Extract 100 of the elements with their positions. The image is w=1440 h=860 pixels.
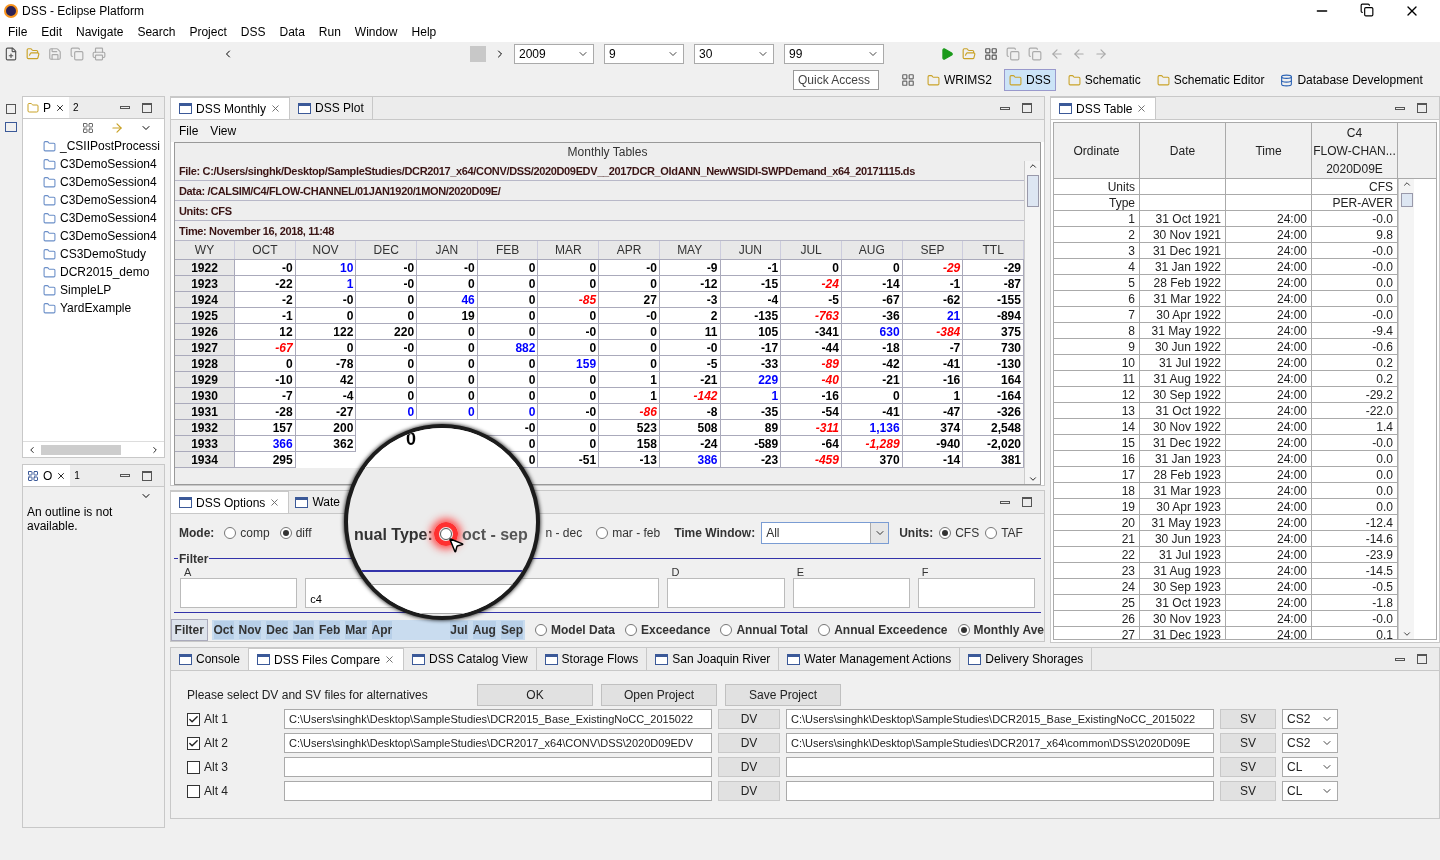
radio-button[interactable] [625,624,637,636]
radio-button[interactable] [818,624,831,636]
tree-item[interactable]: C3DemoSession4 [60,227,157,245]
perspective-button[interactable]: WRIMS2 [923,69,996,91]
dv-button[interactable]: DV [718,733,780,753]
filter-button[interactable]: Filter [171,619,208,641]
menu-item[interactable]: View [210,122,237,140]
combo-box[interactable]: 2009 [514,44,594,64]
tree-item[interactable]: C3DemoSession4 [60,191,157,209]
menu-item[interactable]: File [179,122,199,140]
checkbox[interactable] [187,736,200,750]
view-icon[interactable] [5,122,17,132]
link-icon[interactable] [110,121,124,135]
dv-button[interactable]: DV [718,709,780,729]
tree-item[interactable]: YardExample [60,299,132,317]
menu-item[interactable]: Edit [41,23,63,41]
sv-path-field[interactable] [786,781,1214,801]
radio-button[interactable] [596,526,609,539]
menu-item[interactable]: DSS [240,23,266,41]
maximize-icon[interactable] [142,470,152,481]
minimize-icon[interactable] [1395,106,1405,110]
scroll-right-icon[interactable] [150,444,160,455]
maximize-icon[interactable] [1022,497,1032,507]
month-item[interactable]: Dec [266,621,289,639]
combo-box[interactable]: 30 [694,44,774,64]
minimize-icon[interactable] [120,106,130,109]
month-item[interactable]: Sep [500,621,523,639]
restore-icon[interactable] [6,104,16,114]
tree-item[interactable]: C3DemoSession4 [60,173,157,191]
scroll-down-icon[interactable] [1027,474,1038,484]
radio-button[interactable] [224,526,237,539]
checkbox[interactable] [187,760,200,774]
sv-button[interactable]: SV [1220,709,1276,729]
menu-item[interactable]: File [8,23,28,41]
month-item[interactable]: Nov [238,621,262,639]
maximize-icon[interactable] [1417,103,1427,113]
radio-button[interactable] [985,526,998,539]
tree-item[interactable]: CS3DemoStudy [60,245,147,263]
radio-button[interactable] [279,526,292,539]
view-tab[interactable]: DSS Monthly [171,97,291,119]
scroll-up-icon[interactable] [1401,179,1412,189]
scroll-thumb[interactable] [1026,175,1039,207]
dv-button[interactable]: DV [718,757,780,777]
close-icon[interactable] [56,470,67,481]
action-button[interactable]: OK [477,684,593,706]
new-file-icon[interactable] [4,47,18,61]
scroll-up-icon[interactable] [1027,161,1038,171]
menu-item[interactable]: Navigate [76,23,124,41]
combo-box[interactable]: 99 [784,44,884,64]
combo-box[interactable]: CL [1282,781,1338,801]
tree-item[interactable]: C3DemoSession4 [60,209,157,227]
menu-item[interactable]: Search [137,23,176,41]
sv-path-field[interactable] [786,757,1214,777]
view-tab[interactable]: P [23,97,69,118]
month-item[interactable]: Feb [318,621,341,639]
month-item[interactable]: Mar [345,621,367,639]
perspective-button[interactable]: Schematic [1063,69,1145,91]
menu-item[interactable]: Run [318,23,341,41]
view-tab[interactable]: DSS Options [171,491,290,513]
menu-item[interactable]: Data [279,23,305,41]
maximize-icon[interactable] [142,102,152,113]
month-item[interactable]: Jul [450,621,468,639]
restore-icon[interactable] [1360,3,1374,17]
dv-path-field[interactable] [284,757,712,777]
minimize-icon[interactable] [120,474,130,477]
menu-item[interactable]: Help [411,23,437,41]
horizontal-scrollbar[interactable] [23,441,164,457]
sv-button[interactable]: SV [1220,781,1276,801]
radio-button[interactable] [440,528,452,540]
month-item[interactable]: Jan [293,621,314,639]
view-tab[interactable]: DSS Files Compare [249,648,405,670]
minimize-icon[interactable] [1395,657,1405,661]
scroll-left-icon[interactable] [27,444,37,455]
radio-button[interactable] [957,624,970,636]
slider-thumb[interactable] [470,46,486,62]
minimize-icon[interactable] [1000,106,1010,110]
action-button[interactable]: Save Project [725,684,841,706]
menu-item[interactable]: Window [354,23,398,41]
checkbox[interactable] [187,784,200,798]
tree-item[interactable]: _CSIIPostProcessi [60,137,161,155]
tree-item[interactable]: C3DemoSession4 [60,155,157,173]
dv-path-field[interactable] [284,781,712,801]
tree-item[interactable]: DCR2015_demo [60,263,150,281]
maximize-icon[interactable] [1022,103,1032,113]
quick-access-field[interactable]: Quick Access [793,70,879,90]
perspective-button[interactable]: Schematic Editor [1152,69,1269,91]
time-window-combo[interactable]: All [761,521,890,544]
radio-button[interactable] [939,526,952,539]
perspective-button[interactable]: Database Development [1276,69,1427,91]
scroll-down-icon[interactable] [1401,629,1412,639]
dv-button[interactable]: DV [718,781,780,801]
combo-box[interactable]: CS2 [1282,733,1338,753]
sv-button[interactable]: SV [1220,733,1276,753]
sv-path-field[interactable]: C:\Users\singhk\Desktop\SampleStudies\DCR2015_Base_ExistingNoCC_2015022 [786,709,1214,729]
tree-item[interactable]: SimpleLP [60,281,112,299]
perspective-button[interactable]: DSS [1004,69,1056,91]
sv-path-field[interactable]: C:\Users\singhk\Desktop\SampleStudies\DCR2017_x64\common\DSS\2020D09E [786,733,1214,753]
close-icon[interactable] [55,102,65,113]
menu-item[interactable]: Project [189,23,227,41]
run-icon[interactable] [940,47,954,61]
